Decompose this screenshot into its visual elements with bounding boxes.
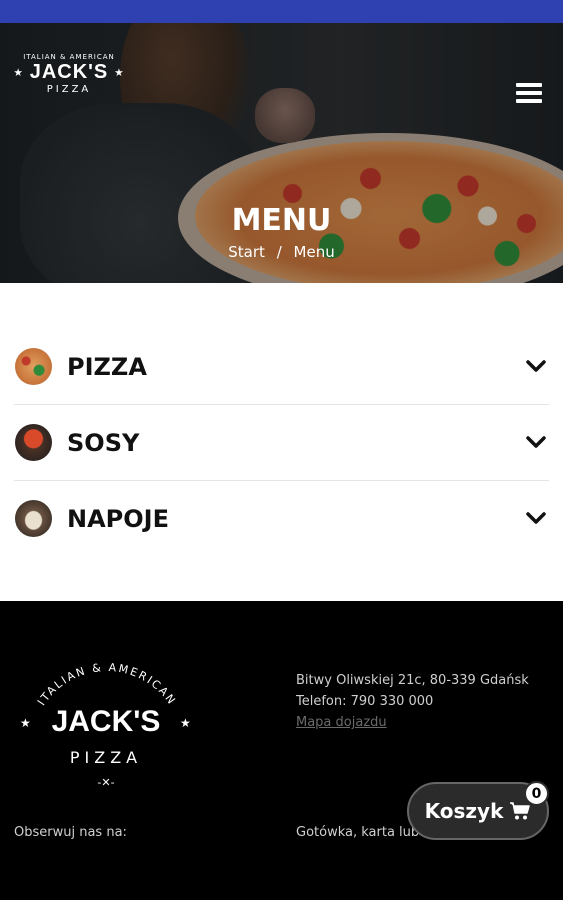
footer-logo-sub: PIZZA xyxy=(70,748,142,767)
svg-text:★: ★ xyxy=(20,716,31,730)
pizza-thumbnail-icon xyxy=(15,348,52,385)
category-row-sosy[interactable]: SOSY xyxy=(14,405,549,481)
drinks-thumbnail-icon xyxy=(15,500,52,537)
cart-count-badge: 0 xyxy=(524,781,549,806)
svg-text:ITALIAN & AMERICAN: ITALIAN & AMERICAN xyxy=(35,661,179,708)
svg-text:★: ★ xyxy=(180,716,191,730)
cart-button[interactable]: Koszyk 0 xyxy=(407,781,549,840)
category-row-pizza[interactable]: PIZZA xyxy=(14,329,549,405)
status-bar xyxy=(0,0,563,23)
category-label: PIZZA xyxy=(67,352,147,381)
logo-sub: PIZZA xyxy=(46,83,92,95)
breadcrumb: Start / Menu xyxy=(0,243,563,261)
map-link[interactable]: Mapa dojazdu xyxy=(296,712,529,733)
footer: ITALIAN & AMERICAN ★ JACK'S ★ PIZZA -✕- … xyxy=(0,601,563,900)
breadcrumb-home-link[interactable]: Start xyxy=(228,243,265,261)
chevron-down-icon[interactable] xyxy=(525,433,547,451)
svg-text:-✕-: -✕- xyxy=(97,776,114,789)
footer-contact: Bitwy Oliwskiej 21c, 80-339 Gdańsk Telef… xyxy=(296,670,529,733)
footer-logo-tagline: ITALIAN & AMERICAN xyxy=(35,661,177,708)
shopping-cart-icon xyxy=(510,802,531,820)
logo-brand: ★ JACK'S ★ xyxy=(14,61,124,83)
breadcrumb-current: Menu xyxy=(293,243,335,261)
breadcrumb-separator: / xyxy=(276,243,282,261)
footer-logo[interactable]: ITALIAN & AMERICAN ★ JACK'S ★ PIZZA -✕- xyxy=(14,661,199,796)
hamburger-menu-icon[interactable] xyxy=(516,83,542,107)
chevron-down-icon[interactable] xyxy=(525,509,547,527)
category-list: PIZZA SOSY NAPOJE xyxy=(14,329,549,556)
payment-methods-text: Gotówka, karta lub xyxy=(296,825,420,840)
logo-tagline: ITALIAN & AMERICAN xyxy=(23,53,115,61)
category-label: NAPOJE xyxy=(67,504,169,533)
category-label: SOSY xyxy=(67,428,140,457)
footer-logo-brand: JACK'S xyxy=(52,705,161,738)
follow-us-label: Obserwuj nas na: xyxy=(14,825,127,840)
page-title: MENU xyxy=(231,203,332,238)
header-logo[interactable]: ITALIAN & AMERICAN ★ JACK'S ★ PIZZA xyxy=(14,53,124,133)
sauce-thumbnail-icon xyxy=(15,424,52,461)
hero-banner: ITALIAN & AMERICAN ★ JACK'S ★ PIZZA MENU… xyxy=(0,23,563,283)
address-text: Bitwy Oliwskiej 21c, 80-339 Gdańsk xyxy=(296,673,529,688)
cart-label: Koszyk xyxy=(424,799,504,823)
category-row-napoje[interactable]: NAPOJE xyxy=(14,481,549,556)
chevron-down-icon[interactable] xyxy=(525,357,547,375)
phone-text[interactable]: Telefon: 790 330 000 xyxy=(296,691,529,712)
